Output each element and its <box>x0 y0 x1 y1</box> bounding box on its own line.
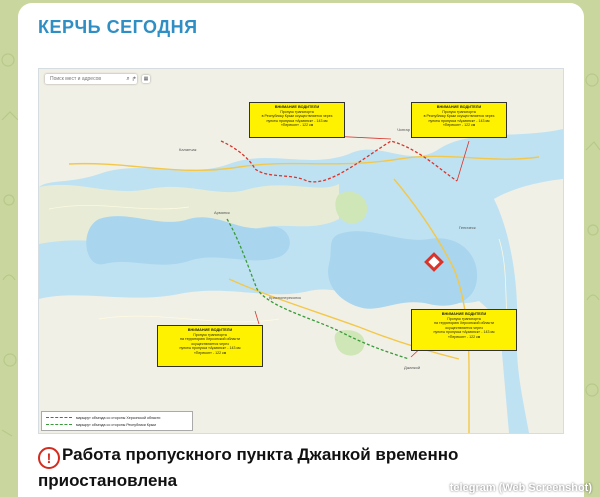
callout-warning-4: ВНИМАНИЕ ВОДИТЕЛИ Пропуск транспорта на … <box>411 309 517 351</box>
map-image[interactable]: Каланчак Армянск Чонгар Геническ Джанкой Кр… <box>38 68 564 434</box>
callout-warning-3: ВНИМАНИЕ ВОДИТЕЛИ Пропуск транспорта на … <box>157 325 263 367</box>
svg-text:Чонгар: Чонгар <box>397 127 411 132</box>
callout-warning-1: ВНИМАНИЕ ВОДИТЕЛИ Пропуск транспорта в Р… <box>249 102 345 138</box>
callout-warning-2: ВНИМАНИЕ ВОДИТЕЛИ Пропуск транспорта в Р… <box>411 102 507 138</box>
message-card: КЕРЧЬ СЕГОДНЯ Каланчак Армянск Чонгар Ге… <box>18 3 584 497</box>
legend-line-green <box>46 424 72 425</box>
channel-name[interactable]: КЕРЧЬ СЕГОДНЯ <box>38 17 198 38</box>
svg-text:Геническ: Геническ <box>459 225 476 230</box>
svg-text:Красноперекопск: Красноперекопск <box>269 295 301 300</box>
legend-line-red <box>46 417 72 418</box>
exclamation-warning-icon: ! <box>38 447 60 469</box>
legend-row: маршрут объезда со стороны Херсонской об… <box>46 414 188 421</box>
map-search-input[interactable]: Поиск мест и адресов ⌕ ↱ <box>45 74 137 84</box>
directions-icon[interactable]: ↱ <box>131 76 137 83</box>
svg-text:Джанкой: Джанкой <box>404 365 420 370</box>
screenshot-watermark: telegram (Web Screenshot) <box>449 482 592 494</box>
svg-text:Армянск: Армянск <box>214 210 230 215</box>
map-layers-icon[interactable]: ▦ <box>142 75 150 83</box>
map-legend: маршрут объезда со стороны Херсонской об… <box>41 411 193 431</box>
svg-text:Каланчак: Каланчак <box>179 147 197 152</box>
legend-row: маршрут объезда со стороны Республики Кр… <box>46 421 188 428</box>
post-title: ! Работа пропускного пункта Джанкой време… <box>38 445 459 490</box>
